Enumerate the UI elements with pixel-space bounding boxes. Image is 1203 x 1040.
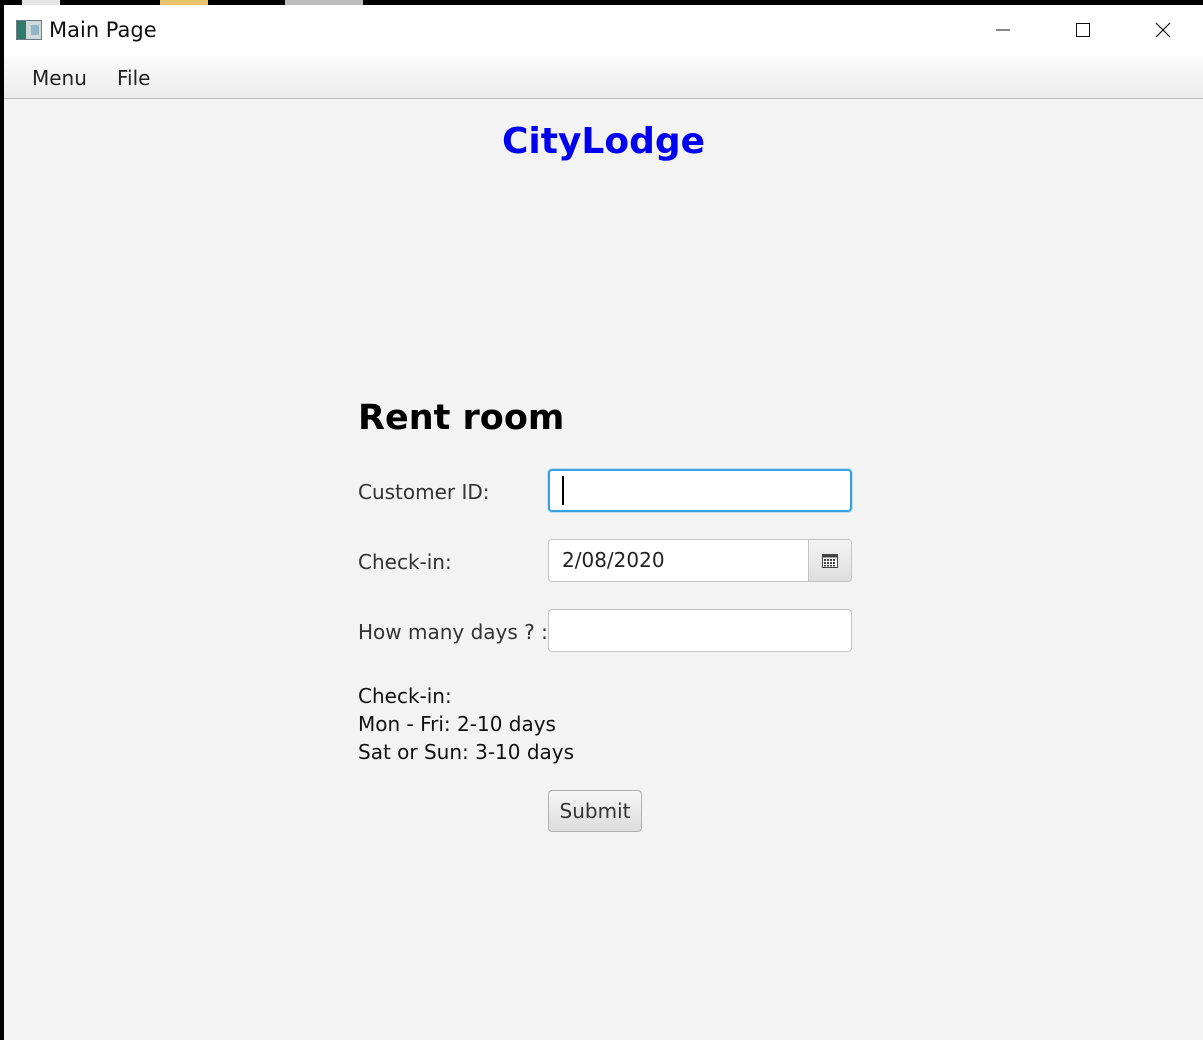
info-line: Check-in: [358, 684, 452, 708]
calendar-icon [822, 553, 838, 568]
close-icon [1155, 22, 1171, 38]
menu-item-file[interactable]: File [117, 66, 150, 90]
minimize-icon [996, 29, 1010, 31]
days-label: How many days ? : [358, 620, 548, 644]
menu-item-menu[interactable]: Menu [32, 66, 87, 90]
info-line: Sat or Sun: 3-10 days [358, 740, 575, 764]
maximize-button[interactable] [1043, 5, 1123, 55]
menu-bar: Menu File [4, 55, 1203, 99]
calendar-button[interactable] [808, 540, 851, 581]
check-in-rules: Check-in: Mon - Fri: 2-10 days Sat or Su… [358, 682, 574, 766]
minimize-button[interactable] [963, 5, 1043, 55]
app-icon [16, 20, 42, 40]
check-in-label: Check-in: [358, 550, 452, 574]
info-line: Mon - Fri: 2-10 days [358, 712, 556, 736]
brand-title: CityLodge [501, 121, 706, 162]
check-in-date-value[interactable]: 2/08/2020 [549, 540, 808, 581]
maximize-icon [1076, 23, 1090, 37]
main-window: Main Page Menu File CityLodge Rent room … [4, 5, 1203, 1040]
close-button[interactable] [1123, 5, 1203, 55]
text-caret [562, 476, 564, 505]
customer-id-input[interactable] [548, 469, 852, 512]
submit-button[interactable]: Submit [548, 790, 642, 832]
title-bar[interactable]: Main Page [4, 5, 1203, 55]
window-title: Main Page [49, 18, 157, 42]
form-title: Rent room [358, 398, 565, 438]
check-in-date-picker[interactable]: 2/08/2020 [548, 539, 852, 582]
customer-id-label: Customer ID: [358, 480, 490, 504]
days-input[interactable] [548, 609, 852, 652]
